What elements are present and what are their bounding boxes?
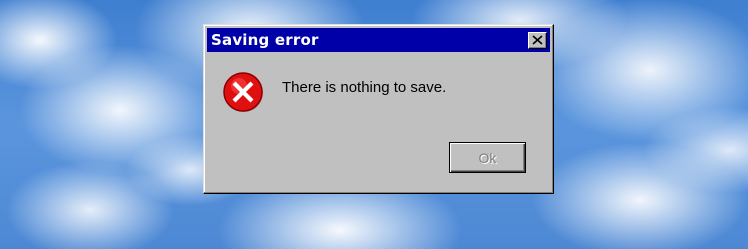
dialog-titlebar[interactable]: Saving error <box>207 28 550 52</box>
dialog-content: There is nothing to save. <box>222 71 446 113</box>
ok-button[interactable]: Ok <box>449 142 526 173</box>
dialog-title: Saving error <box>211 31 319 49</box>
close-icon <box>532 35 543 45</box>
error-dialog: Saving error There is nothing to save. O… <box>203 24 554 194</box>
ok-button-label: Ok <box>478 149 497 166</box>
close-button[interactable] <box>528 31 547 49</box>
error-message: There is nothing to save. <box>282 78 447 96</box>
error-icon <box>223 72 263 112</box>
